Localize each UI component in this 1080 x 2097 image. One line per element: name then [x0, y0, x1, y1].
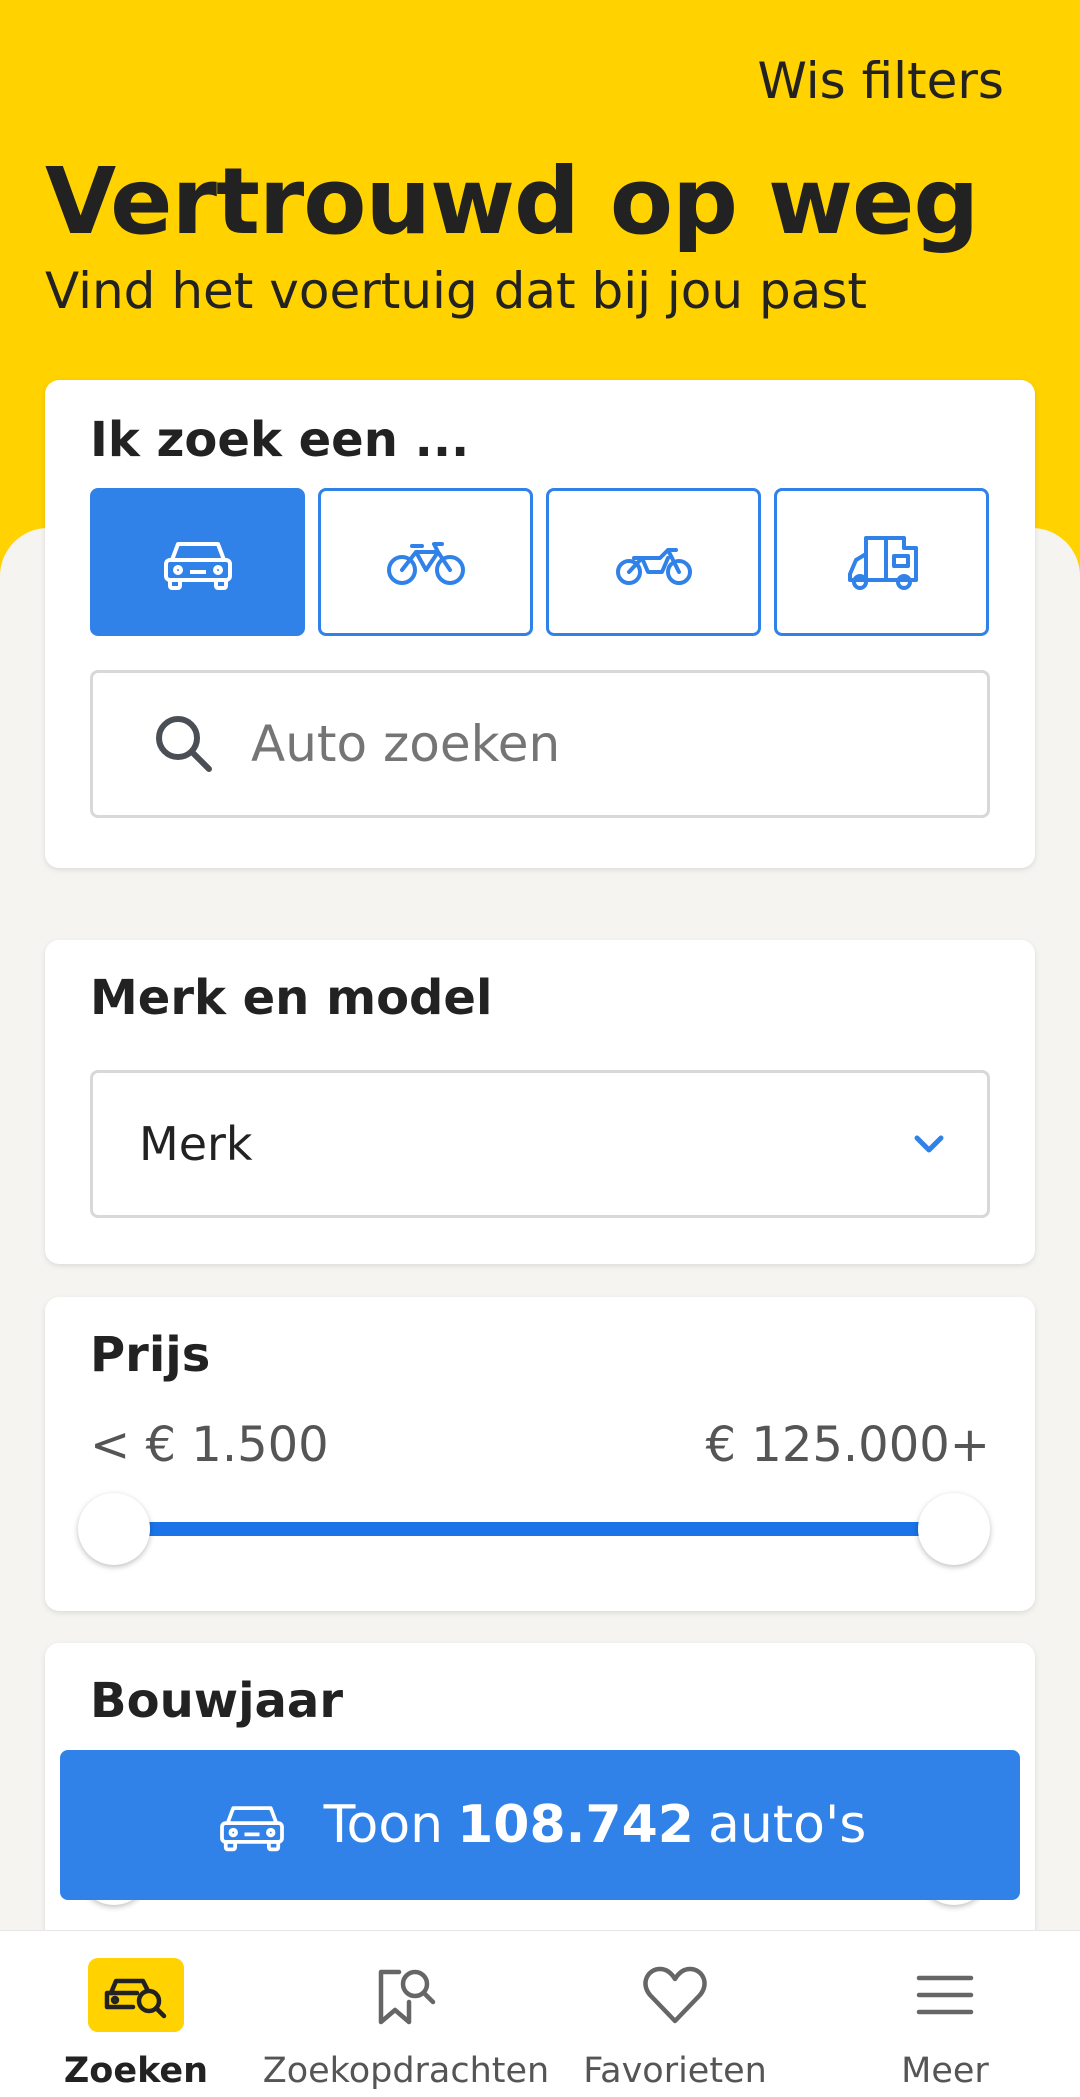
price-min-handle[interactable] [78, 1493, 150, 1565]
nav-label-zoeken: Zoeken [63, 2051, 209, 2091]
price-max-handle[interactable] [918, 1493, 990, 1565]
car-icon [219, 1806, 284, 1852]
saved-search-icon [371, 1955, 441, 2035]
show-results-button[interactable]: Toon 108.742 auto's [60, 1750, 1020, 1900]
nav-item-zoeken[interactable]: Zoeken [62, 1931, 210, 2097]
price-max-label: € 125.000+ [705, 1417, 990, 1473]
heart-icon [642, 1955, 708, 2035]
brand-model-card: Merk en model Merk [45, 940, 1035, 1264]
motorcycle-icon [615, 548, 692, 585]
price-slider-track[interactable] [135, 1522, 955, 1536]
brand-select-value: Merk [139, 1117, 253, 1171]
nav-item-favorieten[interactable]: Favorieten [583, 1931, 767, 2097]
search-input[interactable] [251, 715, 901, 773]
brand-select[interactable]: Merk [90, 1070, 990, 1218]
price-min-label: < € 1.500 [90, 1417, 329, 1473]
bicycle-icon [386, 542, 465, 585]
nav-label-favorieten: Favorieten [583, 2051, 767, 2091]
vehicle-type-motorcycle-button[interactable] [546, 488, 761, 636]
nav-item-meer[interactable]: Meer [885, 1931, 1005, 2097]
nav-item-zoekopdrachten[interactable]: Zoekopdrachten [263, 1931, 549, 2097]
page-subtitle: Vind het voertuig dat bij jou past [45, 262, 867, 320]
search-icon [156, 716, 212, 772]
vehicle-type-car-button[interactable] [90, 488, 305, 636]
cta-suffix: auto's [707, 1795, 867, 1855]
car-search-icon [88, 1958, 184, 2032]
nav-label-zoekopdrachten: Zoekopdrachten [262, 2051, 550, 2091]
menu-icon [915, 1955, 975, 2035]
nav-label-meer: Meer [901, 2051, 989, 2091]
vehicle-type-bicycle-button[interactable] [318, 488, 533, 636]
cta-prefix: Toon [323, 1795, 444, 1855]
brand-model-heading: Merk en model [90, 970, 493, 1026]
vehicle-type-camper-button[interactable] [774, 488, 989, 636]
vehicle-search-card: Ik zoek een ... [45, 380, 1035, 868]
car-icon [163, 542, 232, 590]
camper-icon [847, 536, 918, 590]
cta-count: 108.742 [457, 1795, 694, 1855]
vehicle-type-heading: Ik zoek een ... [90, 412, 470, 468]
year-heading: Bouwjaar [90, 1673, 343, 1729]
price-card: Prijs < € 1.500 € 125.000+ [45, 1297, 1035, 1611]
vehicle-search-field[interactable] [90, 670, 990, 818]
page-title: Vertrouwd op weg [45, 148, 979, 255]
clear-filters-button[interactable]: Wis filters [757, 52, 1004, 110]
price-heading: Prijs [90, 1327, 211, 1383]
bottom-navigation: Zoeken Zoekopdrachten Favorieten Meer [0, 1930, 1080, 2097]
chevron-down-icon [914, 1135, 944, 1153]
